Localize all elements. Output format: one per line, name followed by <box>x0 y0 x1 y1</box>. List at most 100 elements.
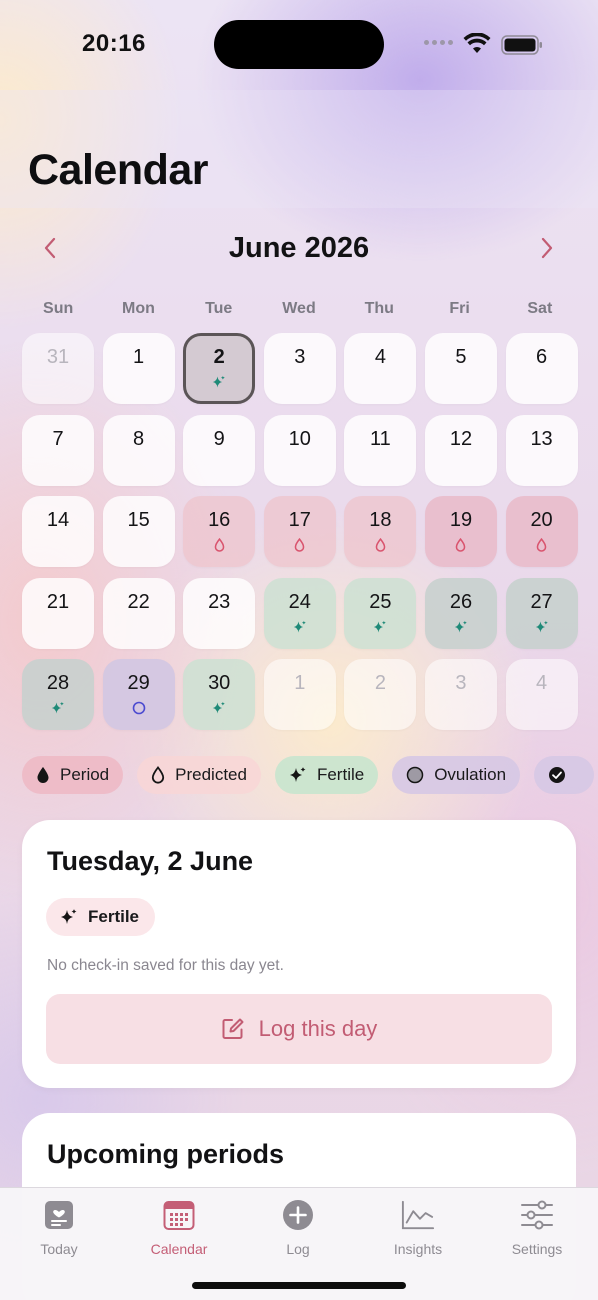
upcoming-periods-title: Upcoming periods <box>47 1139 285 1169</box>
calendar-day[interactable]: 27 <box>505 577 578 649</box>
day-number: 10 <box>288 427 311 450</box>
day-marker <box>293 620 307 634</box>
day-number: 26 <box>449 590 473 613</box>
day-number: 9 <box>213 427 225 450</box>
line-chart-icon <box>401 1198 435 1232</box>
tab-calendar[interactable]: Calendar <box>129 1198 229 1257</box>
weekday-label: Thu <box>364 300 394 317</box>
calendar-day[interactable]: 23 <box>183 577 256 649</box>
day-number: 14 <box>46 509 70 531</box>
day-marker <box>535 538 549 552</box>
calendar-day[interactable]: 18 <box>344 496 417 567</box>
sparkle-icon <box>51 701 64 714</box>
calendar-day[interactable]: 22 <box>102 577 175 649</box>
calendar-day[interactable]: 12 <box>424 414 497 486</box>
drop-outline-icon <box>214 538 225 552</box>
calendar-day[interactable]: 13 <box>505 414 578 486</box>
calendar-day[interactable]: 21 <box>22 577 94 649</box>
day-number: 15 <box>127 509 150 531</box>
edit-icon <box>222 1018 244 1039</box>
log-this-day-button[interactable]: Log this day <box>46 994 552 1064</box>
legend-period: Period <box>22 756 124 794</box>
calendar-day[interactable]: 15 <box>102 496 175 567</box>
fertile-status-tag: Fertile <box>46 898 156 936</box>
day-number: 30 <box>208 672 231 694</box>
tab-log[interactable]: Log <box>248 1198 348 1257</box>
drop-filled-icon <box>37 767 49 783</box>
weekday-header: Sun Mon Tue Wed Thu Fri Sat <box>18 300 580 318</box>
calendar-day[interactable]: 19 <box>424 496 497 567</box>
day-number: 12 <box>449 427 473 450</box>
calendar-day[interactable]: 16 <box>183 496 256 567</box>
calendar-day[interactable]: 26 <box>424 577 497 649</box>
calendar-day[interactable]: 17 <box>263 496 336 567</box>
tab-today[interactable]: Today <box>9 1198 109 1257</box>
calendar-day[interactable]: 20 <box>505 496 578 567</box>
day-number: 3 <box>455 672 467 694</box>
day-marker <box>454 620 468 634</box>
day-number: 6 <box>536 346 548 368</box>
sparkle-icon <box>212 701 226 714</box>
drop-outline-icon <box>536 538 547 552</box>
day-number: 24 <box>288 590 311 613</box>
calendar-day[interactable]: 4 <box>505 659 578 730</box>
status-tag-label: Fertile <box>88 907 140 926</box>
selected-day-title: Tuesday, 2 June <box>47 846 254 876</box>
calendar-day[interactable]: 1 <box>263 659 336 730</box>
weekday-label: Tue <box>205 300 233 317</box>
day-marker <box>212 701 226 715</box>
weekday-label: Sun <box>43 300 74 317</box>
sparkle-icon <box>454 620 467 632</box>
drop-outline-icon <box>456 538 466 552</box>
sparkle-icon <box>293 620 306 632</box>
legend-ovulation-label: Ovulation <box>434 765 507 784</box>
checkmark-circle-icon <box>549 767 566 783</box>
legend-predicted-label: Predicted <box>175 765 247 784</box>
legend-predicted: Predicted <box>137 756 261 794</box>
calendar-day[interactable]: 6 <box>505 333 578 404</box>
calendar-day[interactable]: 8 <box>102 414 175 486</box>
calendar-day[interactable]: 10 <box>263 414 336 486</box>
calendar-day[interactable]: 9 <box>183 414 256 486</box>
day-number: 21 <box>46 590 70 613</box>
day-number: 18 <box>369 509 392 531</box>
calendar-day[interactable]: 2 <box>344 659 417 730</box>
calendar-day[interactable]: 24 <box>263 577 336 649</box>
day-marker <box>51 701 65 715</box>
legend-ovulation: Ovulation <box>392 756 521 794</box>
calendar-day[interactable]: 14 <box>22 496 94 567</box>
status-time: 20:16 <box>82 30 146 57</box>
calendar-day[interactable]: 4 <box>344 333 417 404</box>
day-number: 20 <box>530 509 553 531</box>
calendar-day[interactable]: 25 <box>344 577 417 649</box>
dynamic-island <box>214 20 384 69</box>
home-indicator <box>192 1282 406 1289</box>
day-marker <box>373 538 387 552</box>
calendar-day-selected[interactable]: 2 <box>183 333 256 404</box>
tab-label: Calendar <box>150 1241 208 1257</box>
sparkle-icon <box>289 767 306 782</box>
calendar-grid: 31 1 2 3 4 5 6 7 8 9 10 11 12 13 14 15 16 17 18 19 20 21 22 23 2… <box>22 333 578 730</box>
day-number: 4 <box>374 346 386 368</box>
tab-settings[interactable]: Settings <box>487 1198 587 1257</box>
calendar-day[interactable]: 30 <box>183 659 256 730</box>
day-number: 25 <box>369 590 392 613</box>
tab-label: Insights <box>393 1241 443 1257</box>
calendar-icon <box>162 1198 196 1232</box>
calendar-day[interactable]: 29 <box>102 659 175 730</box>
calendar-day[interactable]: 5 <box>424 333 497 404</box>
calendar-day[interactable]: 3 <box>424 659 497 730</box>
calendar-day[interactable]: 31 <box>22 333 94 404</box>
today-icon <box>42 1198 76 1232</box>
sparkle-icon <box>61 909 77 924</box>
day-number: 27 <box>530 590 553 613</box>
calendar-day[interactable]: 1 <box>102 333 175 404</box>
legend-fertile: Fertile <box>274 756 379 794</box>
calendar-day[interactable]: 11 <box>344 414 417 486</box>
drop-outline-icon <box>294 538 305 552</box>
calendar-day[interactable]: 28 <box>22 659 94 730</box>
next-month-button[interactable] <box>533 234 561 262</box>
tab-insights[interactable]: Insights <box>368 1198 468 1257</box>
calendar-day[interactable]: 7 <box>22 414 94 486</box>
calendar-day[interactable]: 3 <box>263 333 336 404</box>
